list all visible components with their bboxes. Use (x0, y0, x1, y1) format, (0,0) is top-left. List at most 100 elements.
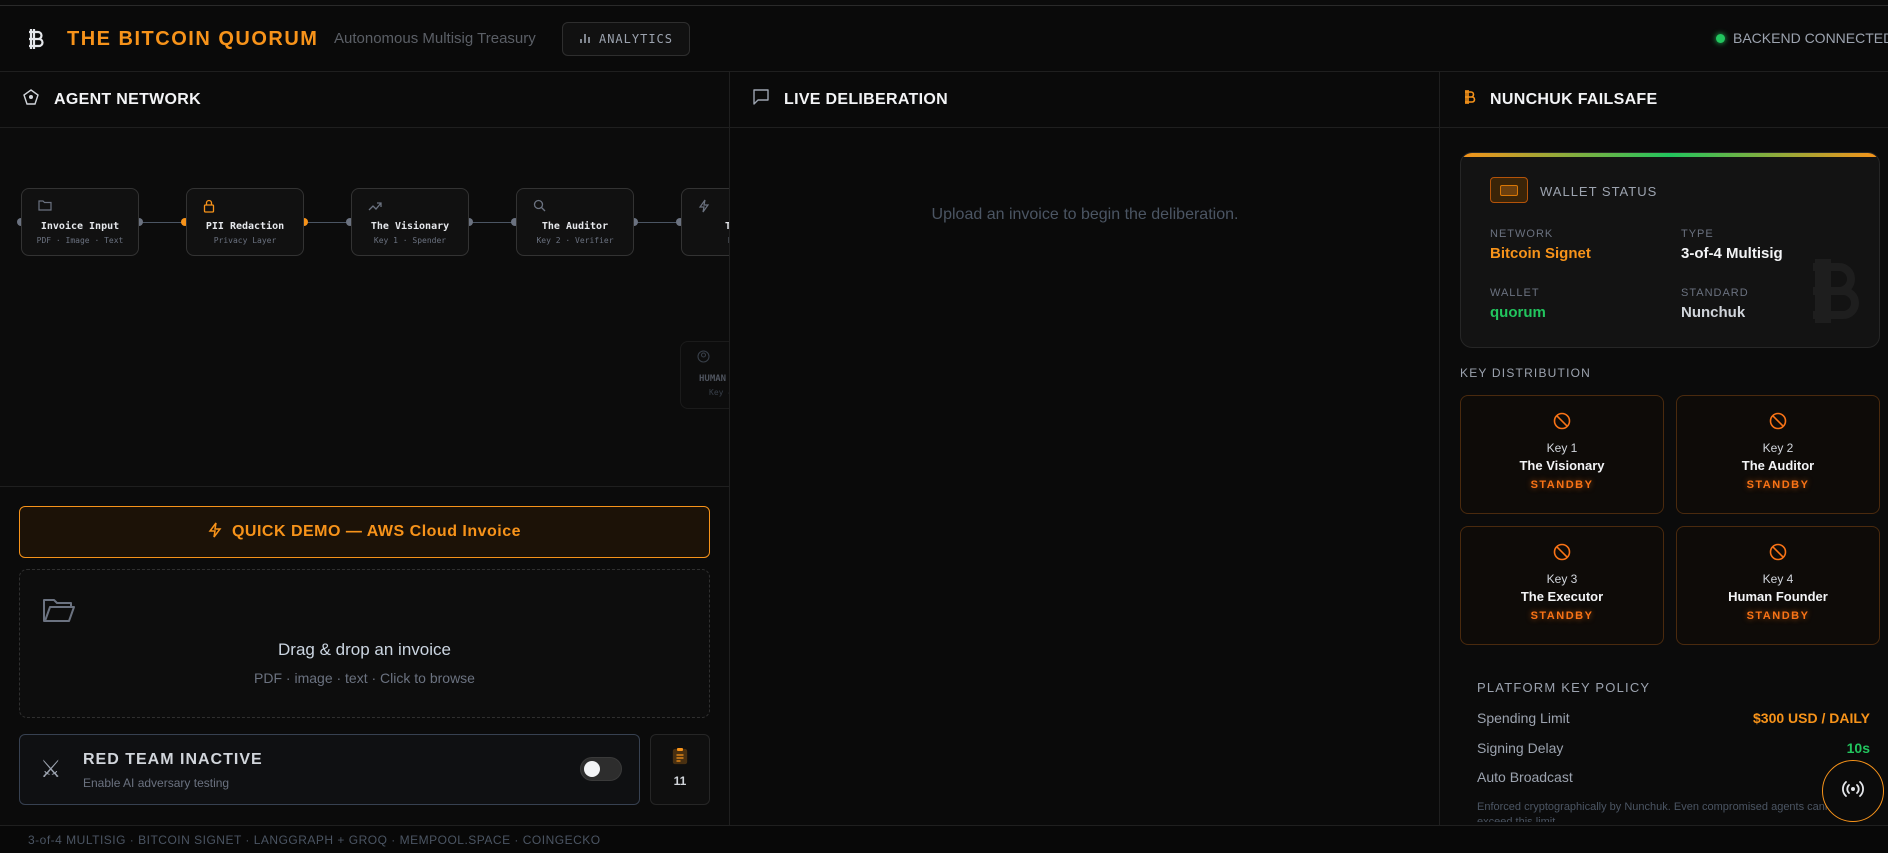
ban-icon (1769, 412, 1787, 435)
policy-label: Signing Delay (1477, 740, 1564, 756)
node-name: Invoice Input (40, 221, 120, 232)
key-number: Key 4 (1762, 572, 1794, 586)
bolt-icon (698, 199, 710, 216)
live-deliberation-panel: LIVE DELIBERATION Upload an invoice to b… (730, 72, 1440, 825)
analytics-label: ANALYTICS (598, 32, 674, 46)
key-card-2[interactable]: Key 2 The Auditor STANDBY (1676, 395, 1880, 514)
policy-value: $300 USD / DAILY (1753, 710, 1870, 726)
broadcast-fab-button[interactable] (1822, 760, 1884, 822)
network-icon (22, 88, 40, 111)
nunchuk-failsafe-panel: NUNCHUK FAILSAFE WALLET STATUS NETWORK B… (1440, 72, 1888, 825)
analytics-button[interactable]: ANALYTICS (562, 22, 690, 56)
policy-label: Auto Broadcast (1477, 769, 1573, 785)
policy-row-auto-broadcast: Auto Broadcast (1477, 769, 1870, 789)
node-human-founder[interactable]: HUMAN Key 4 (680, 341, 729, 409)
key-status: STANDBY (1530, 479, 1594, 491)
quick-demo-label: QUICK DEMO — AWS Cloud Invoice (231, 523, 522, 540)
counter-value: 11 (673, 774, 687, 788)
app-footer: 3-of-4 MULTISIG · BITCOIN SIGNET · LANGG… (0, 825, 1888, 853)
quick-demo-button[interactable]: QUICK DEMO — AWS Cloud Invoice (19, 506, 710, 558)
red-team-subtitle: Enable AI adversary testing (83, 776, 230, 790)
live-deliberation-header: LIVE DELIBERATION (730, 72, 1439, 128)
broadcast-icon (1841, 777, 1865, 806)
app-header: THE BITCOIN QUORUM Autonomous Multisig T… (0, 6, 1888, 72)
brand-tagline: Autonomous Multisig Treasury (334, 30, 536, 47)
bitcoin-logo-icon (24, 26, 48, 52)
key-number: Key 1 (1546, 441, 1578, 455)
folder-open-icon (42, 596, 76, 629)
wallet-label: WALLET (1490, 287, 1540, 299)
node-pii-redaction[interactable]: PII Redaction Privacy Layer (186, 188, 304, 256)
wallet-status-label: WALLET STATUS (1540, 184, 1658, 199)
key-status: STANDBY (1530, 610, 1594, 622)
standard-label: STANDARD (1681, 287, 1749, 299)
policy-title: PLATFORM KEY POLICY (1477, 680, 1651, 695)
red-team-title: RED TEAM INACTIVE (83, 751, 263, 768)
node-name: The Auditor (541, 221, 609, 232)
node-invoice-input[interactable]: Invoice Input PDF · Image · Text (21, 188, 139, 256)
policy-value: 10s (1846, 740, 1870, 756)
wallet-gradient-bar (1461, 153, 1879, 157)
brand-title: THE BITCOIN QUORUM (67, 28, 319, 50)
key-number: Key 3 (1546, 572, 1578, 586)
nunchuk-failsafe-header: NUNCHUK FAILSAFE (1440, 72, 1888, 128)
red-team-panel: ⚔ RED TEAM INACTIVE Enable AI adversary … (19, 734, 640, 805)
policy-note: Enforced cryptographically by Nunchuk. E… (1477, 801, 1841, 822)
node-the-auditor[interactable]: The Auditor Key 2 · Verifier (516, 188, 634, 256)
key-status: STANDBY (1746, 479, 1810, 491)
bar-chart-icon (579, 32, 591, 47)
policy-row-spending-limit: Spending Limit $300 USD / DAILY (1477, 710, 1870, 730)
key-card-3[interactable]: Key 3 The Executor STANDBY (1460, 526, 1664, 645)
bitcoin-icon (1462, 88, 1476, 111)
key-card-4[interactable]: Key 4 Human Founder STANDBY (1676, 526, 1880, 645)
node-name: The E (724, 221, 729, 232)
crossed-swords-icon: ⚔ (40, 756, 62, 783)
network-value: Bitcoin Signet (1490, 245, 1591, 262)
chat-icon (752, 88, 770, 111)
network-label: NETWORK (1490, 228, 1554, 240)
node-name: PII Redaction (205, 221, 285, 232)
controls-area: QUICK DEMO — AWS Cloud Invoice Drag & dr… (0, 486, 729, 825)
red-team-toggle[interactable] (580, 757, 622, 781)
node-sub: PDF · Image · Text (36, 236, 124, 245)
clipboard-icon (651, 747, 709, 770)
key-number: Key 2 (1762, 441, 1794, 455)
node-sub: Privacy Layer (213, 236, 277, 245)
graph-edge (304, 222, 350, 223)
deliberation-empty-message: Upload an invoice to begin the deliberat… (931, 206, 1239, 223)
report-counter-button[interactable]: 11 (650, 734, 710, 805)
node-sub: Key 2 · Verifier (536, 236, 614, 245)
bitcoin-watermark-icon (1801, 253, 1861, 347)
ban-icon (1553, 543, 1571, 566)
key-card-1[interactable]: Key 1 The Visionary STANDBY (1460, 395, 1664, 514)
standard-value: Nunchuk (1681, 304, 1746, 321)
dropzone-title: Drag & drop an invoice (278, 640, 451, 659)
node-the-executor[interactable]: The E Key 3 (681, 188, 729, 256)
key-status: STANDBY (1746, 610, 1810, 622)
agent-graph[interactable]: Invoice Input PDF · Image · Text PII Red… (0, 128, 729, 486)
policy-row-signing-delay: Signing Delay 10s (1477, 740, 1870, 760)
footer-text: 3-of-4 MULTISIG · BITCOIN SIGNET · LANGG… (28, 832, 601, 847)
app-root: THE BITCOIN QUORUM Autonomous Multisig T… (0, 0, 1888, 853)
user-icon (697, 350, 710, 366)
nunchuk-failsafe-title: NUNCHUK FAILSAFE (1490, 90, 1658, 108)
status-dot-icon (1716, 33, 1725, 43)
key-holder: The Auditor (1741, 458, 1815, 473)
backend-status: BACKEND CONNECTED (1716, 30, 1888, 46)
key-distribution-title: KEY DISTRIBUTION (1460, 366, 1591, 380)
toggle-knob (584, 761, 600, 777)
bolt-icon (208, 522, 222, 543)
graph-edge (139, 222, 185, 223)
node-sub: Key 1 · Spender (373, 236, 447, 245)
live-deliberation-title: LIVE DELIBERATION (784, 90, 948, 108)
policy-label: Spending Limit (1477, 710, 1570, 726)
key-holder: The Executor (1520, 589, 1604, 604)
agent-network-title: AGENT NETWORK (54, 90, 202, 108)
wallet-chip-icon (1490, 177, 1528, 203)
backend-status-label: BACKEND CONNECTED (1733, 30, 1888, 46)
wallet-value: quorum (1490, 304, 1546, 321)
dropzone-subtitle: PDF · image · text · Click to browse (254, 670, 475, 686)
ban-icon (1769, 543, 1787, 566)
invoice-dropzone[interactable]: Drag & drop an invoice PDF · image · tex… (19, 569, 710, 718)
node-the-visionary[interactable]: The Visionary Key 1 · Spender (351, 188, 469, 256)
